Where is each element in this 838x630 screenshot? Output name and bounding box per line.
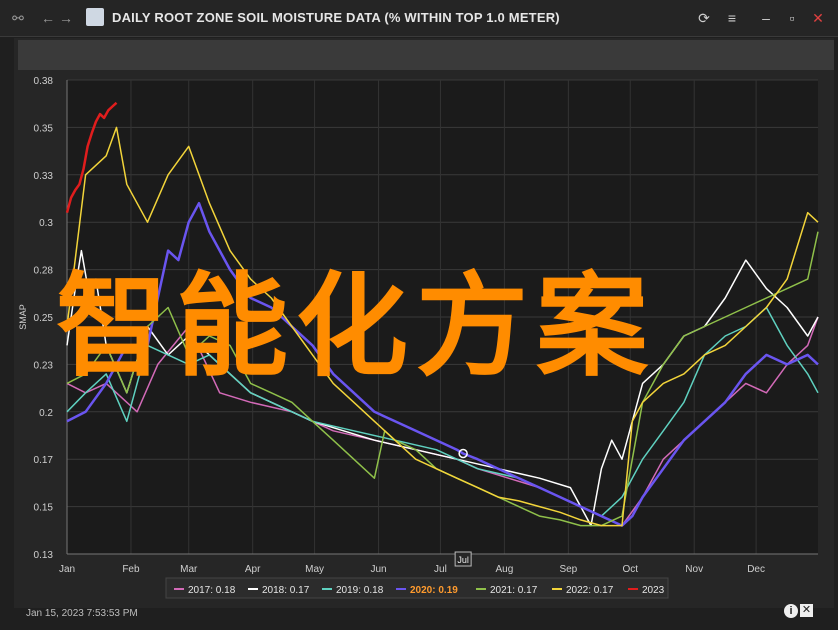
y-tick-label: 0.38: [34, 76, 54, 87]
y-tick-label: 0.2: [39, 408, 53, 419]
y-tick-label: 0.25: [34, 313, 54, 324]
y-tick-label: 0.17: [34, 455, 54, 466]
y-tick-label: 0.13: [34, 550, 54, 561]
legend-label: 2018: 0.17: [262, 585, 310, 596]
y-tick-label: 0.28: [34, 266, 54, 277]
x-tick-label: Jan: [59, 564, 75, 575]
y-tick-label: 0.23: [34, 360, 54, 371]
y-axis-label: SMAP: [18, 304, 28, 330]
cursor-label: Jul: [457, 555, 469, 565]
x-tick-label: Sep: [559, 564, 577, 575]
x-tick-label: Apr: [245, 564, 261, 575]
legend-label: 2022: 0.17: [566, 585, 614, 596]
y-tick-label: 0.3: [39, 218, 53, 229]
footer-timestamp: Jan 15, 2023 7:53:53 PM: [26, 608, 138, 619]
x-tick-label: Aug: [495, 564, 513, 575]
x-tick-label: Nov: [685, 564, 703, 575]
x-tick-label: Jul: [434, 564, 447, 575]
y-tick-label: 0.15: [34, 503, 54, 514]
legend-label: 2017: 0.18: [188, 585, 236, 596]
x-tick-label: Feb: [122, 564, 140, 575]
close-panel-icon[interactable]: ✕: [800, 604, 813, 617]
info-icon[interactable]: i: [784, 604, 798, 618]
legend-label: 2021: 0.17: [490, 585, 538, 596]
legend-label: 2019: 0.18: [336, 585, 384, 596]
y-tick-label: 0.33: [34, 171, 54, 182]
x-tick-label: Mar: [180, 564, 198, 575]
x-tick-label: Oct: [622, 564, 638, 575]
x-tick-label: Jun: [370, 564, 386, 575]
overlay-watermark-text: 智能化方案: [56, 262, 656, 392]
y-tick-label: 0.35: [34, 123, 54, 134]
legend-label: 2023: [642, 585, 665, 596]
x-tick-label: May: [305, 564, 324, 575]
legend-label: 2020: 0.19: [410, 585, 458, 596]
x-tick-label: Dec: [747, 564, 765, 575]
